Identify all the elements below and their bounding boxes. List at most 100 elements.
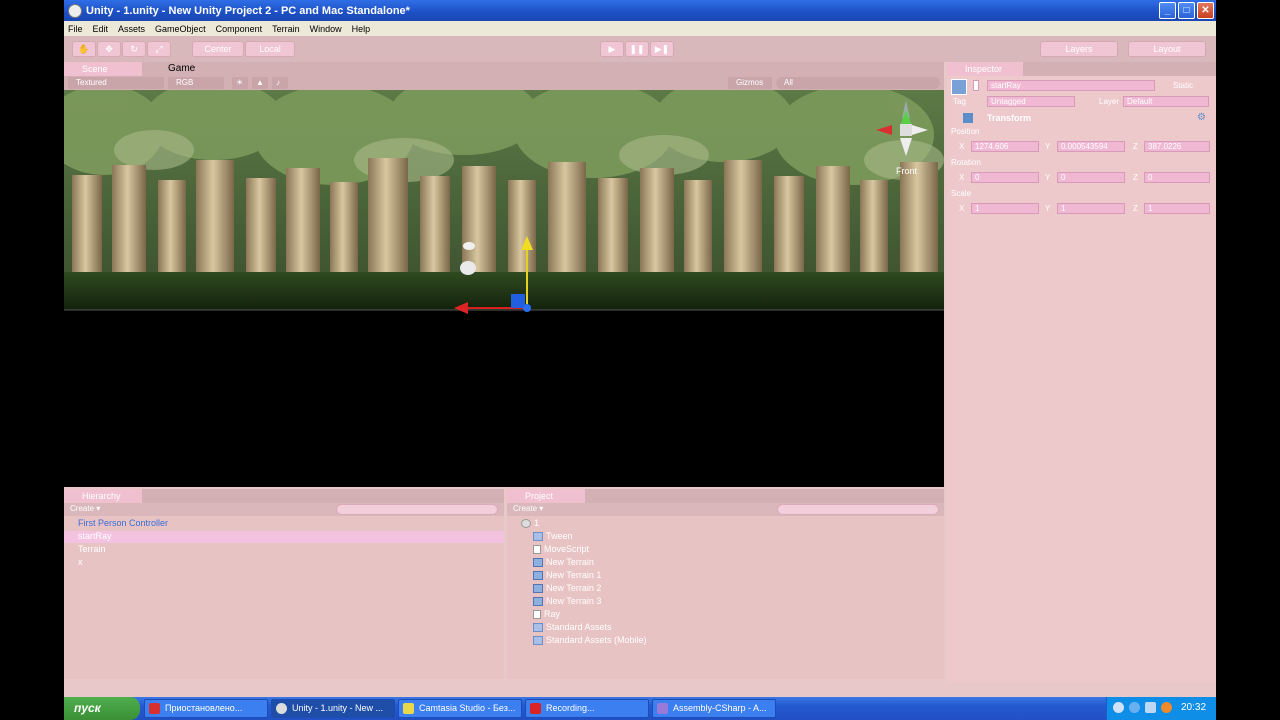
taskbar-item[interactable]: Recording... xyxy=(525,699,649,718)
rotation-y-field[interactable]: 0 xyxy=(1057,172,1125,183)
project-toolbar: Create ▾ xyxy=(507,503,944,516)
project-item[interactable]: New Terrain 1 xyxy=(533,570,601,580)
layout-dropdown[interactable]: Layout xyxy=(1128,41,1206,57)
pause-button[interactable]: ❚❚ xyxy=(625,41,649,57)
layout-label: Layout xyxy=(1153,44,1181,54)
project-search-input[interactable] xyxy=(777,504,939,515)
menu-edit[interactable]: Edit xyxy=(93,24,109,34)
project-item[interactable]: New Terrain xyxy=(533,557,594,567)
scale-x-value: 1 xyxy=(975,204,980,213)
menu-help[interactable]: Help xyxy=(352,24,371,34)
scene-fx-toggle[interactable]: ▲ xyxy=(252,77,268,89)
settings-gear-icon[interactable]: ⚙ xyxy=(1197,112,1206,123)
app-icon xyxy=(149,703,160,714)
tag-dropdown[interactable]: Untagged xyxy=(987,96,1075,107)
tab-game[interactable]: Game xyxy=(150,62,210,76)
scale-tool-button[interactable]: ⤢ xyxy=(147,41,171,57)
maximize-button[interactable]: □ xyxy=(1178,2,1195,19)
position-y-field[interactable]: 0.000543594 xyxy=(1057,141,1125,152)
scale-label: Scale xyxy=(951,189,972,198)
layer-dropdown[interactable]: Default xyxy=(1123,96,1209,107)
rotation-z-field[interactable]: 0 xyxy=(1144,172,1210,183)
tab-hierarchy[interactable]: Hierarchy xyxy=(64,489,142,503)
hierarchy-item-terrain[interactable]: Terrain xyxy=(78,544,106,554)
scale-z-field[interactable]: 1 xyxy=(1144,203,1210,214)
hierarchy-item-startray[interactable]: startRay xyxy=(78,531,112,541)
scene-search-input[interactable]: All xyxy=(776,77,940,89)
taskbar-item-label: Unity - 1.unity - New ... xyxy=(292,703,384,713)
move-tool-button[interactable]: ✥ xyxy=(97,41,121,57)
scale-z-label: Z xyxy=(1133,204,1138,213)
minimize-button[interactable]: _ xyxy=(1159,2,1176,19)
project-item-label: New Terrain 2 xyxy=(546,583,602,593)
render-mode-label: RGB xyxy=(176,78,194,87)
layer-value: Default xyxy=(1127,97,1153,106)
menu-terrain[interactable]: Terrain xyxy=(272,24,300,34)
transform-header[interactable]: Transform ⚙ xyxy=(947,112,1216,126)
taskbar-item[interactable]: Assembly-CSharp - A... xyxy=(652,699,776,718)
menu-gameobject[interactable]: GameObject xyxy=(155,24,206,34)
tab-project[interactable]: Project xyxy=(507,489,585,503)
security-icon[interactable] xyxy=(1161,702,1172,713)
rotation-x-field[interactable]: 0 xyxy=(971,172,1039,183)
scene-viewport[interactable]: Front xyxy=(64,90,944,487)
position-z-field[interactable]: 387.0226 xyxy=(1144,141,1210,152)
rotation-z-value: 0 xyxy=(1148,173,1153,182)
taskbar-item[interactable]: Camtasia Studio - Без... xyxy=(398,699,522,718)
step-button[interactable]: ▶❚ xyxy=(650,41,674,57)
project-item[interactable]: Standard Assets xyxy=(533,622,612,632)
update-icon[interactable] xyxy=(1129,702,1140,713)
scale-x-label: X xyxy=(959,204,965,213)
hierarchy-create-button[interactable]: Create ▾ xyxy=(70,504,100,513)
play-button[interactable]: ▶ xyxy=(600,41,624,57)
taskbar-item-label: Приостановлено... xyxy=(165,703,243,713)
menu-component[interactable]: Component xyxy=(216,24,263,34)
inspector-tab-strip: Inspector xyxy=(947,62,1216,76)
hierarchy-search-input[interactable] xyxy=(336,504,498,515)
shading-label: Textured xyxy=(76,78,107,87)
position-z-label: Z xyxy=(1133,142,1138,151)
taskbar-item[interactable]: Приостановлено... xyxy=(144,699,268,718)
project-item[interactable]: New Terrain 2 xyxy=(533,583,601,593)
project-item[interactable]: New Terrain 3 xyxy=(533,596,601,606)
taskbar-item[interactable]: Unity - 1.unity - New ... xyxy=(271,699,395,718)
scale-y-value: 1 xyxy=(1061,204,1066,213)
pivot-local-button[interactable]: Local xyxy=(245,41,295,57)
volume-icon[interactable] xyxy=(1145,702,1156,713)
tab-scene[interactable]: Scene xyxy=(64,62,142,76)
project-create-button[interactable]: Create ▾ xyxy=(513,504,543,513)
project-item[interactable]: 1 xyxy=(521,518,539,528)
tab-inspector[interactable]: Inspector xyxy=(947,62,1023,76)
project-item[interactable]: MoveScript xyxy=(533,544,589,554)
start-button[interactable]: пуск xyxy=(64,697,140,720)
rotate-tool-button[interactable]: ↻ xyxy=(122,41,146,57)
shading-mode-dropdown[interactable]: Textured xyxy=(68,77,164,89)
hand-tool-button[interactable]: ✋ xyxy=(72,41,96,57)
hierarchy-item-first-person-controller[interactable]: First Person Controller xyxy=(78,518,168,528)
project-item[interactable]: Tween xyxy=(533,531,573,541)
close-button[interactable]: ✕ xyxy=(1197,2,1214,19)
scale-y-field[interactable]: 1 xyxy=(1057,203,1125,214)
scale-x-field[interactable]: 1 xyxy=(971,203,1039,214)
network-icon[interactable] xyxy=(1113,702,1124,713)
menu-window[interactable]: Window xyxy=(310,24,342,34)
lighting-toggle[interactable]: ☀ xyxy=(232,77,248,89)
layers-dropdown[interactable]: Layers xyxy=(1040,41,1118,57)
active-checkbox[interactable] xyxy=(973,80,979,91)
center-label: Center xyxy=(204,44,232,54)
project-item[interactable]: Standard Assets (Mobile) xyxy=(533,635,647,645)
object-name-input[interactable]: startRay xyxy=(987,80,1155,91)
audio-toggle[interactable]: ♪ xyxy=(272,77,288,89)
project-item[interactable]: Ray xyxy=(533,609,560,619)
menu-file[interactable]: File xyxy=(68,24,83,34)
render-mode-dropdown[interactable]: RGB xyxy=(168,77,224,89)
layers-label: Layers xyxy=(1065,44,1093,54)
hierarchy-item-x[interactable]: x xyxy=(78,557,83,567)
title-bar: Unity - 1.unity - New Unity Project 2 - … xyxy=(64,0,1216,21)
menu-assets[interactable]: Assets xyxy=(118,24,145,34)
pivot-center-button[interactable]: Center xyxy=(192,41,244,57)
gizmos-dropdown[interactable]: Gizmos xyxy=(728,77,772,89)
object-name-value: startRay xyxy=(991,81,1021,90)
position-x-field[interactable]: 1274.606 xyxy=(971,141,1039,152)
hierarchy-create-label: Create xyxy=(70,504,95,513)
